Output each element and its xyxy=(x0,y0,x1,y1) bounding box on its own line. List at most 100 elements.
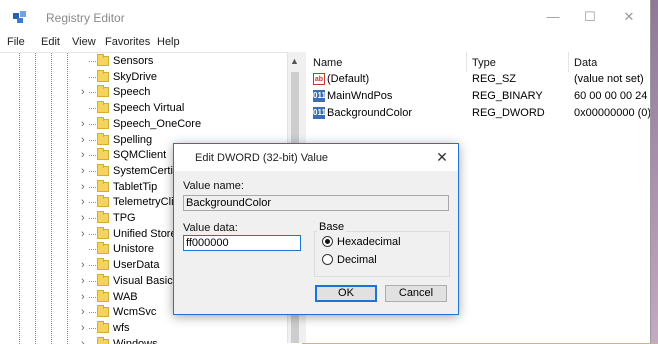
menu-edit[interactable]: Edit xyxy=(41,36,60,48)
folder-icon xyxy=(97,292,109,302)
tree-item-label: TPG xyxy=(113,212,136,224)
dialog-close-button[interactable]: ✕ xyxy=(432,148,452,166)
tree-connector xyxy=(89,297,96,298)
value-name-field[interactable] xyxy=(183,195,449,211)
folder-icon xyxy=(97,276,109,286)
cancel-button[interactable]: Cancel xyxy=(385,285,447,302)
tree-connector xyxy=(89,312,96,313)
hexadecimal-radio[interactable] xyxy=(322,236,333,247)
folder-icon xyxy=(97,213,109,223)
tree-connector xyxy=(89,140,96,141)
value-type: REG_DWORD xyxy=(472,107,545,119)
title-bar[interactable]: Registry Editor — ☐ ✕ xyxy=(0,0,650,34)
column-header-name[interactable]: Name xyxy=(313,57,342,69)
folder-icon xyxy=(97,197,109,207)
value-data: 0x00000000 (0) xyxy=(574,107,650,119)
folder-icon xyxy=(97,72,109,82)
folder-icon xyxy=(97,307,109,317)
edit-dword-dialog: Edit DWORD (32-bit) Value ✕ Value name: … xyxy=(173,143,459,315)
registry-editor-app-icon xyxy=(12,10,28,24)
close-button[interactable]: ✕ xyxy=(606,0,652,34)
chevron-right-icon[interactable]: › xyxy=(81,165,85,177)
tree-item-label: SkyDrive xyxy=(113,71,157,83)
chevron-right-icon[interactable]: › xyxy=(81,259,85,271)
folder-icon xyxy=(97,323,109,333)
value-data-label: Value data: xyxy=(183,222,238,234)
chevron-right-icon[interactable]: › xyxy=(81,86,85,98)
tree-item[interactable]: › wfs xyxy=(0,321,290,337)
string-value-icon: ab xyxy=(313,73,325,85)
binary-value-icon: 011 xyxy=(313,90,325,102)
tree-connector xyxy=(89,281,96,282)
tree-item-label: wfs xyxy=(113,322,130,334)
tree-item[interactable]: Sensors xyxy=(0,54,290,70)
chevron-right-icon[interactable]: › xyxy=(81,134,85,146)
column-divider[interactable] xyxy=(466,52,467,72)
chevron-right-icon[interactable]: › xyxy=(81,196,85,208)
tree-item-label: Speech_OneCore xyxy=(113,118,201,130)
tree-connector xyxy=(89,155,96,156)
tree-item-label: TabletTip xyxy=(113,181,157,193)
tree-item[interactable]: Speech Virtual xyxy=(0,101,290,117)
decimal-label[interactable]: Decimal xyxy=(337,254,377,266)
column-divider[interactable] xyxy=(568,52,569,72)
tree-item-label: SQMClient xyxy=(113,149,166,161)
value-row[interactable]: ab(Default)REG_SZ(value not set) xyxy=(306,72,650,88)
folder-icon xyxy=(97,182,109,192)
tree-item[interactable]: › Speech_OneCore xyxy=(0,117,290,133)
tree-item-label: WAB xyxy=(113,291,138,303)
tree-connector xyxy=(89,77,96,78)
chevron-right-icon[interactable]: › xyxy=(81,275,85,287)
scroll-up-arrow-icon[interactable]: ▲ xyxy=(290,56,299,66)
dialog-title-bar[interactable]: Edit DWORD (32-bit) Value ✕ xyxy=(174,144,458,171)
window-title: Registry Editor xyxy=(46,11,125,25)
tree-connector xyxy=(89,265,96,266)
base-label: Base xyxy=(317,221,346,233)
value-data-field[interactable] xyxy=(183,235,301,251)
tree-item[interactable]: ›Speech xyxy=(0,85,290,101)
value-row[interactable]: 011MainWndPosREG_BINARY60 00 00 00 24 00 xyxy=(306,89,650,105)
tree-item[interactable]: SkyDrive xyxy=(0,70,290,86)
chevron-right-icon[interactable]: › xyxy=(81,338,85,344)
chevron-right-icon[interactable]: › xyxy=(81,291,85,303)
dialog-title: Edit DWORD (32-bit) Value xyxy=(195,152,328,164)
menu-favorites[interactable]: Favorites xyxy=(105,36,150,48)
folder-icon xyxy=(97,166,109,176)
hexadecimal-label[interactable]: Hexadecimal xyxy=(337,236,401,248)
dword-value-icon: 011 xyxy=(313,107,325,119)
chevron-right-icon[interactable]: › xyxy=(81,149,85,161)
value-name: MainWndPos xyxy=(327,90,392,102)
tree-item-label: Unistore xyxy=(113,243,154,255)
ok-button[interactable]: OK xyxy=(315,285,377,302)
tree-connector xyxy=(89,171,96,172)
chevron-right-icon[interactable]: › xyxy=(81,118,85,130)
chevron-right-icon[interactable]: › xyxy=(81,306,85,318)
tree-item-label: WcmSvc xyxy=(113,306,156,318)
tree-item-label: Speech Virtual xyxy=(113,102,184,114)
menu-view[interactable]: View xyxy=(72,36,96,48)
folder-icon xyxy=(97,103,109,113)
tree-item-label: UserData xyxy=(113,259,159,271)
value-data: 60 00 00 00 24 00 xyxy=(574,90,650,102)
menu-file[interactable]: File xyxy=(7,36,25,48)
tree-connector xyxy=(89,249,96,250)
decimal-radio[interactable] xyxy=(322,254,333,265)
tree-item-label: SystemCertifi xyxy=(113,165,178,177)
chevron-right-icon[interactable]: › xyxy=(81,181,85,193)
folder-icon xyxy=(97,339,109,344)
menu-help[interactable]: Help xyxy=(157,36,180,48)
column-header-data[interactable]: Data xyxy=(574,57,597,69)
tree-connector xyxy=(89,92,96,93)
folder-icon xyxy=(97,119,109,129)
folder-icon xyxy=(97,229,109,239)
folder-icon xyxy=(97,135,109,145)
value-data: (value not set) xyxy=(574,73,650,85)
chevron-right-icon[interactable]: › xyxy=(81,322,85,334)
chevron-right-icon[interactable]: › xyxy=(81,228,85,240)
chevron-right-icon[interactable]: › xyxy=(81,212,85,224)
value-row[interactable]: 011BackgroundColorREG_DWORD0x00000000 (0… xyxy=(306,106,650,122)
tree-item-label: TelemetryClie xyxy=(113,196,180,208)
tree-connector xyxy=(89,108,96,109)
tree-connector xyxy=(89,124,96,125)
column-header-type[interactable]: Type xyxy=(472,57,496,69)
